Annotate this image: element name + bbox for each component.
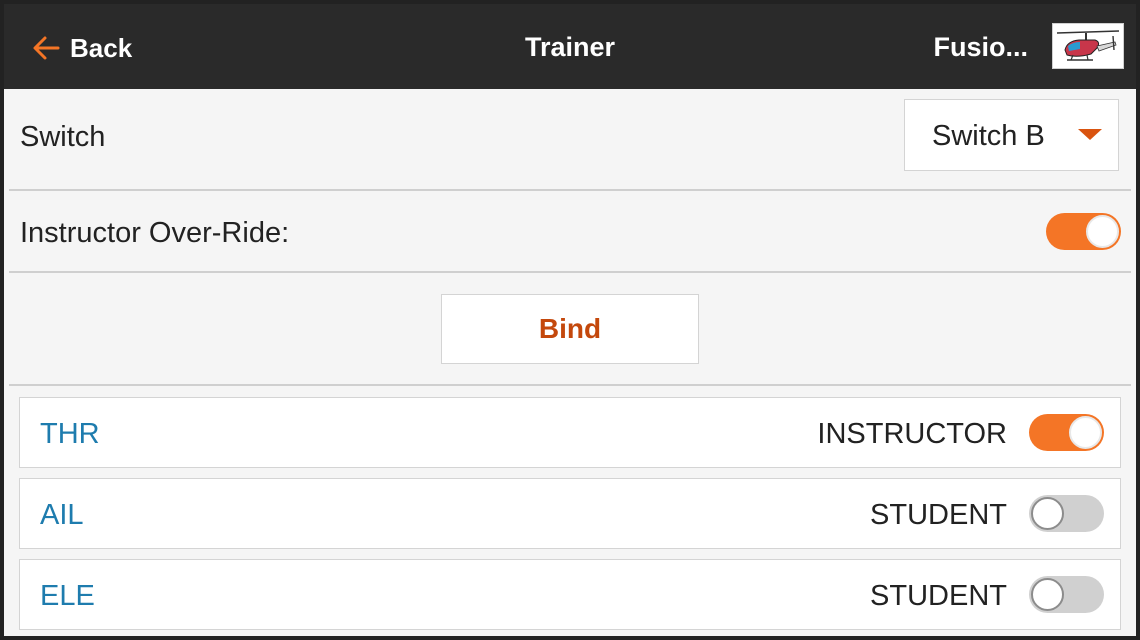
trainer-content: Switch Switch B Instructor Over-Ride: Bi…	[4, 89, 1136, 636]
toggle-knob	[1031, 578, 1064, 611]
channel-name[interactable]: AIL	[40, 499, 84, 532]
switch-row: Switch Switch B	[9, 89, 1131, 191]
channel-mode: STUDENT	[870, 580, 1007, 612]
model-thumbnail[interactable]	[1052, 23, 1124, 69]
screen-frame: Back Trainer Fusio... Switch Switch B In…	[0, 0, 1140, 640]
toggle-knob	[1086, 215, 1119, 248]
helicopter-icon	[1056, 30, 1120, 61]
channel-name[interactable]: THR	[40, 418, 100, 451]
toggle-knob	[1069, 416, 1102, 449]
switch-label: Switch	[20, 121, 106, 153]
caret-down-icon	[1078, 129, 1102, 140]
channel-name[interactable]: ELE	[40, 580, 95, 613]
channel-toggle-ele[interactable]	[1029, 576, 1104, 613]
top-bar: Back Trainer Fusio...	[4, 4, 1136, 89]
switch-select[interactable]: Switch B	[904, 99, 1119, 171]
channel-toggle-thr[interactable]	[1029, 414, 1104, 451]
channel-row-ele: ELE STUDENT	[19, 559, 1121, 630]
channel-mode: INSTRUCTOR	[817, 418, 1007, 450]
model-name[interactable]: Fusio...	[934, 32, 1029, 63]
bind-row: Bind	[9, 273, 1131, 386]
switch-select-value: Switch B	[932, 120, 1045, 152]
channel-row-thr: THR INSTRUCTOR	[19, 397, 1121, 468]
channel-mode: STUDENT	[870, 499, 1007, 531]
channel-row-ail: AIL STUDENT	[19, 478, 1121, 549]
toggle-knob	[1031, 497, 1064, 530]
instructor-override-row: Instructor Over-Ride:	[9, 191, 1131, 273]
instructor-override-toggle[interactable]	[1046, 213, 1121, 250]
bind-button[interactable]: Bind	[441, 294, 699, 364]
channel-toggle-ail[interactable]	[1029, 495, 1104, 532]
instructor-override-label: Instructor Over-Ride:	[20, 217, 290, 249]
